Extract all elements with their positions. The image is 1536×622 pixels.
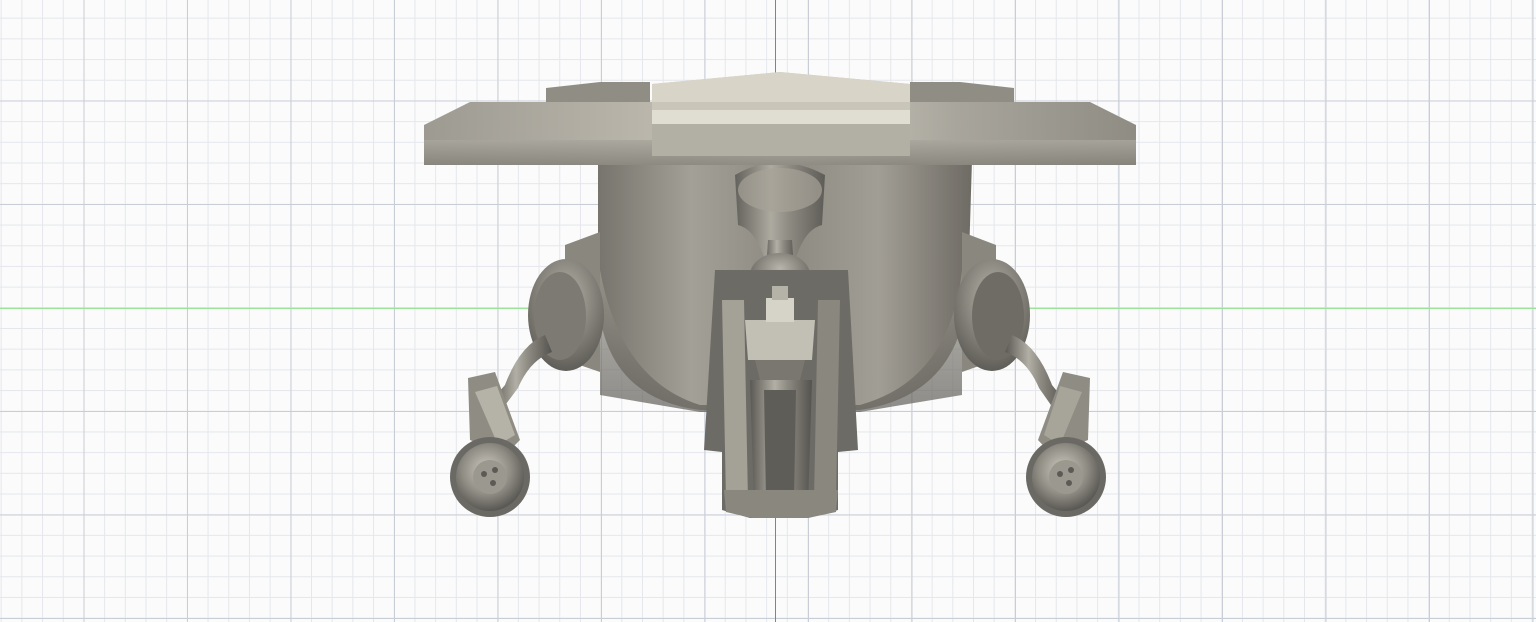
canvas-viewport[interactable] xyxy=(0,0,1536,622)
left-leg xyxy=(450,335,552,517)
right-leg xyxy=(1005,335,1106,517)
top-plate xyxy=(424,72,1136,165)
3d-model-lander[interactable] xyxy=(0,0,1536,622)
front-column xyxy=(704,270,858,518)
